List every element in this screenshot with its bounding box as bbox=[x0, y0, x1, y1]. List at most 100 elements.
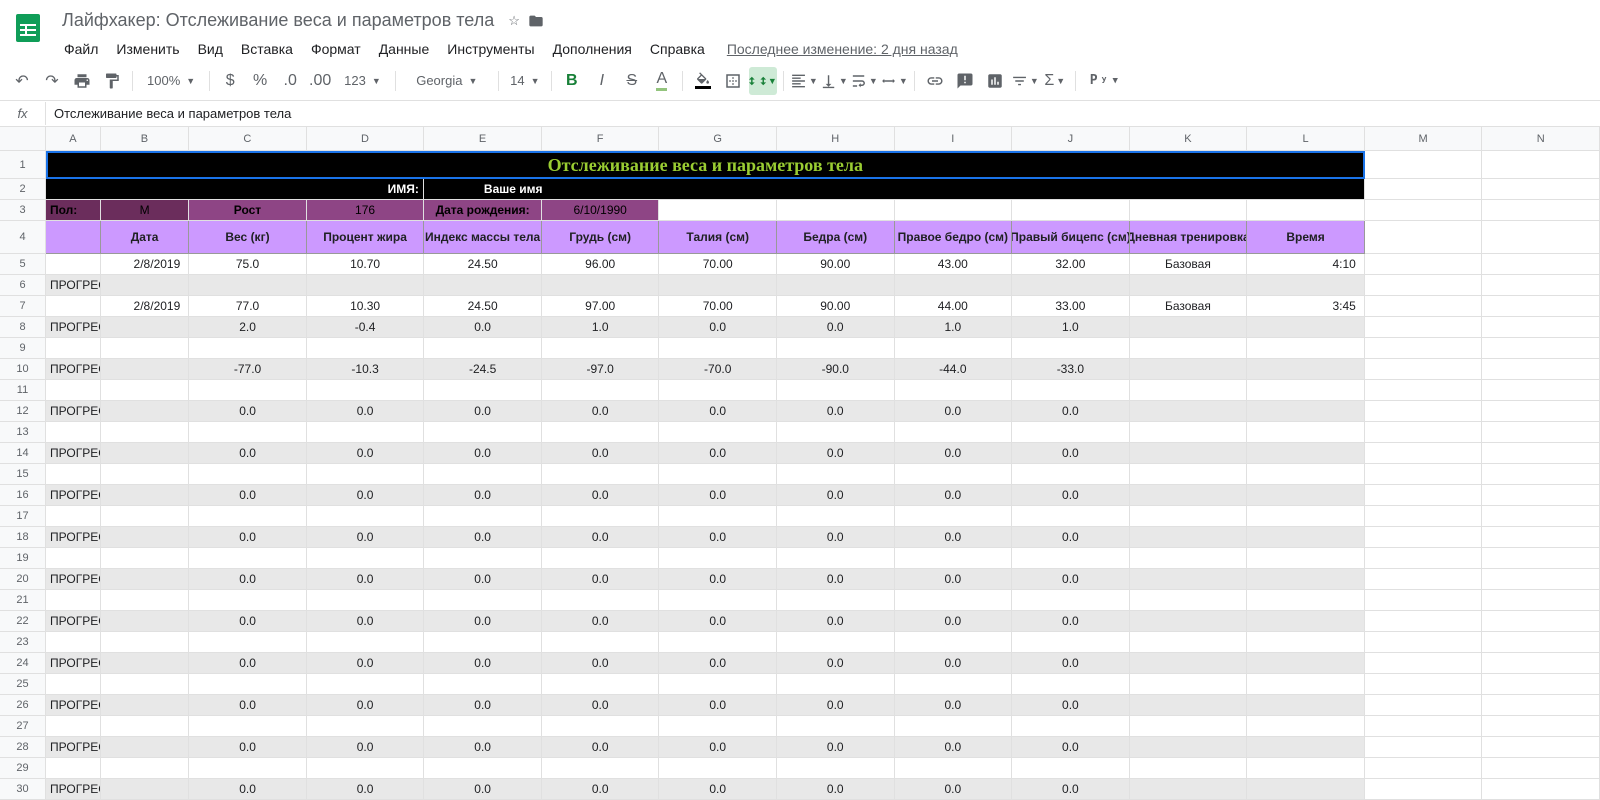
data-cell[interactable] bbox=[659, 758, 777, 779]
cell[interactable] bbox=[1482, 317, 1600, 338]
data-cell[interactable]: 0.0 bbox=[189, 737, 307, 758]
data-cell[interactable] bbox=[542, 275, 660, 296]
increase-decimal-button[interactable]: .00 bbox=[306, 67, 334, 95]
data-cell[interactable] bbox=[542, 758, 660, 779]
cell[interactable] bbox=[1365, 275, 1483, 296]
row-header-15[interactable]: 15 bbox=[0, 464, 46, 485]
row-header-21[interactable]: 21 bbox=[0, 590, 46, 611]
data-cell[interactable] bbox=[101, 359, 189, 380]
data-cell[interactable] bbox=[424, 464, 542, 485]
data-cell[interactable]: 0.0 bbox=[542, 653, 660, 674]
data-cell[interactable]: 0.0 bbox=[307, 695, 425, 716]
undo-button[interactable]: ↶ bbox=[8, 67, 36, 95]
cell[interactable] bbox=[1130, 200, 1248, 221]
progress-label[interactable]: ПРОГРЕСС (+/-) bbox=[46, 611, 101, 632]
cell[interactable] bbox=[1482, 590, 1600, 611]
data-cell[interactable]: 0.0 bbox=[542, 527, 660, 548]
data-cell[interactable]: 70.00 bbox=[659, 296, 777, 317]
data-cell[interactable]: 77.0 bbox=[189, 296, 307, 317]
row-header-24[interactable]: 24 bbox=[0, 653, 46, 674]
data-cell[interactable] bbox=[659, 506, 777, 527]
data-cell[interactable]: 24.50 bbox=[424, 254, 542, 275]
row-header-12[interactable]: 12 bbox=[0, 401, 46, 422]
bio-cell[interactable]: Пол: bbox=[46, 200, 101, 221]
data-cell[interactable] bbox=[1130, 653, 1248, 674]
data-cell[interactable]: 0.0 bbox=[189, 695, 307, 716]
column-header[interactable]: Время bbox=[1247, 221, 1365, 254]
data-cell[interactable] bbox=[101, 590, 189, 611]
data-cell[interactable] bbox=[1130, 737, 1248, 758]
data-cell[interactable] bbox=[46, 716, 101, 737]
data-cell[interactable] bbox=[659, 716, 777, 737]
data-cell[interactable] bbox=[659, 548, 777, 569]
data-cell[interactable]: 0.0 bbox=[307, 401, 425, 422]
data-cell[interactable]: 0.0 bbox=[542, 485, 660, 506]
data-cell[interactable] bbox=[189, 632, 307, 653]
sheet-title[interactable]: Отслеживание веса и параметров тела bbox=[46, 151, 1365, 179]
data-cell[interactable] bbox=[307, 548, 425, 569]
folder-icon[interactable] bbox=[528, 13, 544, 29]
menu-Изменить[interactable]: Изменить bbox=[108, 37, 187, 61]
data-cell[interactable] bbox=[659, 275, 777, 296]
data-cell[interactable]: 0.0 bbox=[189, 611, 307, 632]
borders-button[interactable] bbox=[719, 67, 747, 95]
row-header-1[interactable]: 1 bbox=[0, 151, 46, 179]
data-cell[interactable] bbox=[895, 464, 1013, 485]
data-cell[interactable] bbox=[307, 716, 425, 737]
cell[interactable] bbox=[1482, 338, 1600, 359]
data-cell[interactable]: 1.0 bbox=[1012, 317, 1130, 338]
data-cell[interactable] bbox=[542, 716, 660, 737]
data-cell[interactable]: 0.0 bbox=[659, 611, 777, 632]
data-cell[interactable] bbox=[1130, 338, 1248, 359]
row-header-22[interactable]: 22 bbox=[0, 611, 46, 632]
column-header[interactable]: Правый бицепс (см) bbox=[1012, 221, 1130, 254]
data-cell[interactable]: 0.0 bbox=[777, 485, 895, 506]
row-header-17[interactable]: 17 bbox=[0, 506, 46, 527]
data-cell[interactable] bbox=[1130, 527, 1248, 548]
data-cell[interactable] bbox=[1012, 632, 1130, 653]
data-cell[interactable] bbox=[189, 674, 307, 695]
paint-format-button[interactable] bbox=[98, 67, 126, 95]
data-cell[interactable]: 0.0 bbox=[777, 779, 895, 800]
cell[interactable] bbox=[1365, 779, 1483, 800]
data-cell[interactable]: 0.0 bbox=[777, 653, 895, 674]
data-cell[interactable] bbox=[1247, 779, 1365, 800]
data-cell[interactable] bbox=[1247, 380, 1365, 401]
data-cell[interactable]: 0.0 bbox=[895, 737, 1013, 758]
data-cell[interactable]: 0.0 bbox=[895, 443, 1013, 464]
data-cell[interactable]: 75.0 bbox=[189, 254, 307, 275]
name-label[interactable]: ИМЯ: bbox=[46, 179, 424, 200]
data-cell[interactable] bbox=[307, 590, 425, 611]
data-cell[interactable] bbox=[189, 275, 307, 296]
data-cell[interactable] bbox=[1130, 359, 1248, 380]
data-cell[interactable]: 0.0 bbox=[307, 443, 425, 464]
star-icon[interactable]: ☆ bbox=[508, 13, 520, 29]
data-cell[interactable]: 0.0 bbox=[542, 443, 660, 464]
data-cell[interactable] bbox=[777, 590, 895, 611]
cell[interactable] bbox=[1482, 632, 1600, 653]
data-cell[interactable] bbox=[101, 674, 189, 695]
cell[interactable] bbox=[1482, 179, 1600, 200]
data-cell[interactable] bbox=[1130, 611, 1248, 632]
bold-button[interactable]: B bbox=[558, 67, 586, 95]
data-cell[interactable] bbox=[1012, 506, 1130, 527]
row-header-20[interactable]: 20 bbox=[0, 569, 46, 590]
data-cell[interactable] bbox=[1130, 443, 1248, 464]
data-cell[interactable] bbox=[101, 401, 189, 422]
strikethrough-button[interactable]: S bbox=[618, 67, 646, 95]
data-cell[interactable] bbox=[101, 338, 189, 359]
data-cell[interactable]: 0.0 bbox=[1012, 485, 1130, 506]
bio-cell[interactable]: 6/10/1990 bbox=[542, 200, 660, 221]
cell[interactable] bbox=[1365, 548, 1483, 569]
data-cell[interactable] bbox=[101, 779, 189, 800]
column-header[interactable]: Правое бедро (см) bbox=[895, 221, 1013, 254]
data-cell[interactable] bbox=[1012, 674, 1130, 695]
data-cell[interactable]: 0.0 bbox=[189, 653, 307, 674]
data-cell[interactable]: 0.0 bbox=[189, 443, 307, 464]
progress-label[interactable]: ПРОГРЕСС (+/-) bbox=[46, 359, 101, 380]
col-header-E[interactable]: E bbox=[424, 127, 542, 151]
data-cell[interactable] bbox=[46, 338, 101, 359]
text-rotation-button[interactable]: ▼ bbox=[880, 67, 908, 95]
name-value[interactable]: Ваше имя bbox=[424, 179, 1365, 200]
cell[interactable] bbox=[1482, 380, 1600, 401]
